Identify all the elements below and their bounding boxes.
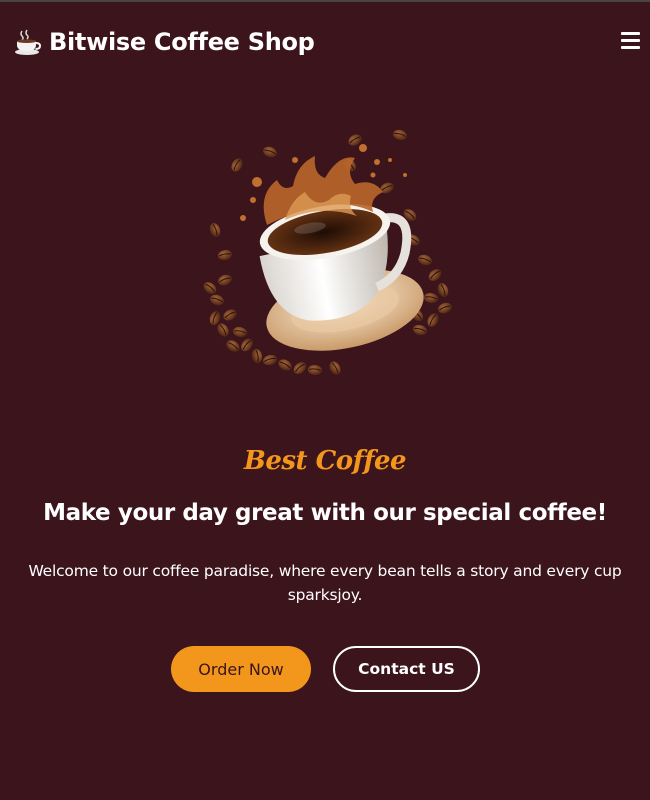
hero-title: Make your day great with our special cof… bbox=[43, 500, 607, 526]
hero-description: Welcome to our coffee paradise, where ev… bbox=[28, 562, 622, 604]
coffee-cup-icon bbox=[15, 29, 41, 55]
order-now-button[interactable]: Order Now bbox=[171, 646, 311, 692]
hamburger-menu-icon[interactable] bbox=[620, 32, 642, 52]
navbar: Bitwise Coffee Shop bbox=[0, 2, 650, 78]
contact-us-button[interactable]: Contact US bbox=[333, 646, 480, 692]
hero-coffee-image bbox=[195, 120, 465, 385]
brand-title: Bitwise Coffee Shop bbox=[49, 28, 315, 56]
hero-subtitle: Best Coffee bbox=[243, 446, 407, 476]
brand-logo[interactable]: Bitwise Coffee Shop bbox=[13, 26, 315, 58]
